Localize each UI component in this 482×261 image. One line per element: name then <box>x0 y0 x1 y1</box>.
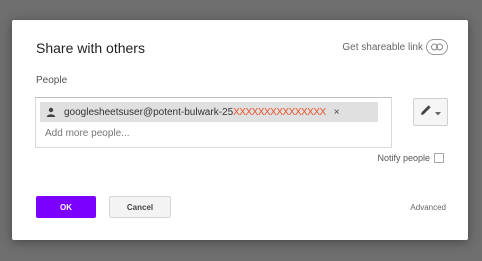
get-shareable-link-label: Get shareable link <box>342 41 423 53</box>
notify-people-checkbox[interactable] <box>434 153 444 163</box>
ok-button[interactable]: OK <box>36 196 96 218</box>
permission-dropdown-button[interactable] <box>413 98 448 126</box>
people-section-label: People <box>36 75 68 86</box>
recipient-chip[interactable]: googlesheetsuser@potent-bulwark-25 XXXXXX… <box>40 102 378 122</box>
chevron-down-icon <box>435 103 441 121</box>
recipient-email: googlesheetsuser@potent-bulwark-25 <box>64 106 234 118</box>
recipient-email-redacted: XXXXXXXXXXXXXXX <box>233 106 326 118</box>
get-shareable-link-button[interactable]: Get shareable link <box>342 39 448 55</box>
remove-recipient-icon[interactable]: × <box>334 107 340 118</box>
notify-people-option[interactable]: Notify people <box>377 153 444 163</box>
people-input-box[interactable]: googlesheetsuser@potent-bulwark-25 XXXXXX… <box>35 97 392 148</box>
pencil-icon <box>420 103 432 121</box>
share-dialog: Share with others Get shareable link Peo… <box>12 20 468 240</box>
add-more-people-input[interactable] <box>45 128 345 139</box>
person-icon <box>44 105 58 119</box>
advanced-link[interactable]: Advanced <box>410 203 446 212</box>
notify-people-label: Notify people <box>377 153 430 163</box>
link-icon <box>426 39 448 55</box>
cancel-button[interactable]: Cancel <box>109 196 171 218</box>
dialog-title: Share with others <box>36 40 145 56</box>
